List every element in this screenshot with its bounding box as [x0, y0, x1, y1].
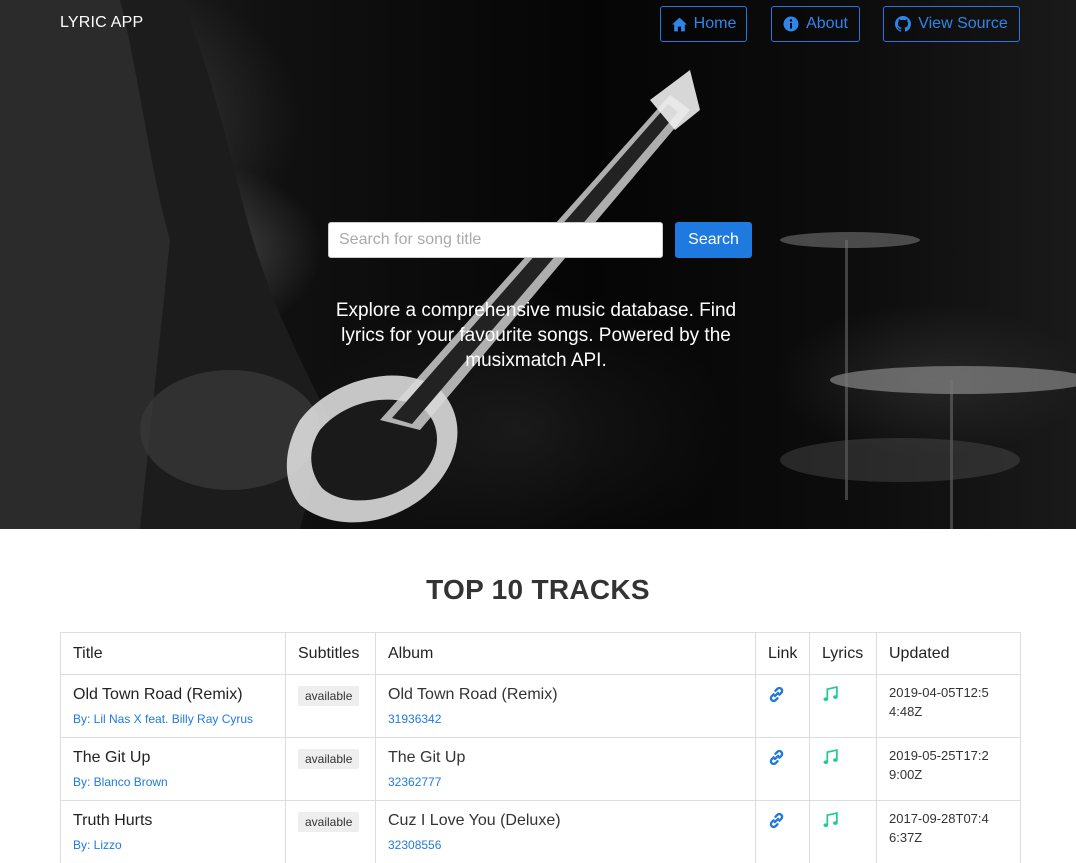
top-tracks-table: Title Subtitles Album Link Lyrics Update…	[60, 632, 1021, 863]
track-artist-link[interactable]: By: Blanco Brown	[73, 775, 273, 789]
search-button[interactable]: Search	[675, 222, 752, 258]
hero-banner: LYRIC APP Home About View Source Search …	[0, 0, 1076, 529]
home-button[interactable]: Home	[660, 6, 747, 42]
track-title: Old Town Road (Remix)	[73, 686, 243, 703]
table-row: Truth Hurts By: Lizzo available Cuz I Lo…	[60, 800, 1021, 863]
guitarist-background-image	[0, 0, 1076, 529]
track-title-cell: Old Town Road (Remix) By: Lil Nas X feat…	[60, 674, 286, 738]
link-icon[interactable]	[768, 749, 785, 766]
album-name: Cuz I Love You (Deluxe)	[388, 812, 561, 829]
hero-tagline: Explore a comprehensive music database. …	[335, 300, 737, 371]
lyrics-cell	[809, 674, 877, 738]
track-artist-link[interactable]: By: Lil Nas X feat. Billy Ray Cyrus	[73, 712, 273, 726]
updated-timestamp: 2019-05-25T17:29:00Z	[889, 748, 989, 782]
link-cell	[755, 800, 810, 863]
updated-cell: 2019-05-25T17:29:00Z	[876, 737, 1021, 801]
updated-cell: 2017-09-28T07:46:37Z	[876, 800, 1021, 863]
column-header-link: Link	[755, 632, 810, 675]
song-search-input[interactable]	[328, 222, 663, 258]
about-button[interactable]: About	[771, 6, 860, 42]
album-name: Old Town Road (Remix)	[388, 686, 558, 703]
view-source-button-label: View Source	[918, 15, 1008, 32]
table-header-row: Title Subtitles Album Link Lyrics Update…	[60, 632, 1021, 675]
album-id-link[interactable]: 32308556	[388, 838, 743, 852]
subtitles-cell: available	[285, 800, 376, 863]
album-id-link[interactable]: 32362777	[388, 775, 743, 789]
lyrics-cell	[809, 737, 877, 801]
column-header-title: Title	[60, 632, 286, 675]
track-title-cell: Truth Hurts By: Lizzo	[60, 800, 286, 863]
track-artist-link[interactable]: By: Lizzo	[73, 838, 273, 852]
album-cell: The Git Up 32362777	[375, 737, 756, 801]
github-icon	[895, 15, 912, 33]
lyrics-cell	[809, 800, 877, 863]
updated-timestamp: 2019-04-05T12:54:48Z	[889, 685, 989, 719]
track-title-cell: The Git Up By: Blanco Brown	[60, 737, 286, 801]
column-header-lyrics: Lyrics	[809, 632, 877, 675]
album-name: The Git Up	[388, 749, 466, 766]
album-cell: Cuz I Love You (Deluxe) 32308556	[375, 800, 756, 863]
subtitles-badge: available	[298, 686, 360, 706]
home-button-label: Home	[693, 15, 737, 32]
music-note-icon[interactable]	[822, 686, 839, 703]
table-row: The Git Up By: Blanco Brown available Th…	[60, 737, 1021, 801]
updated-timestamp: 2017-09-28T07:46:37Z	[889, 811, 989, 845]
top-tracks-heading: TOP 10 TRACKS	[426, 574, 650, 605]
link-icon[interactable]	[768, 812, 785, 829]
brand-logo[interactable]: LYRIC APP	[60, 14, 143, 32]
updated-cell: 2019-04-05T12:54:48Z	[876, 674, 1021, 738]
subtitles-cell: available	[285, 737, 376, 801]
track-title: Truth Hurts	[73, 812, 153, 829]
column-header-subtitles: Subtitles	[285, 632, 376, 675]
link-icon[interactable]	[768, 686, 785, 703]
subtitles-badge: available	[298, 749, 360, 769]
view-source-button[interactable]: View Source	[883, 6, 1020, 42]
track-title: The Git Up	[73, 749, 151, 766]
table-row: Old Town Road (Remix) By: Lil Nas X feat…	[60, 674, 1021, 738]
subtitles-cell: available	[285, 674, 376, 738]
subtitles-badge: available	[298, 812, 360, 832]
link-cell	[755, 674, 810, 738]
music-note-icon[interactable]	[822, 749, 839, 766]
home-icon	[671, 16, 688, 33]
column-header-updated: Updated	[876, 632, 1021, 675]
info-icon	[783, 16, 800, 33]
album-id-link[interactable]: 31936342	[388, 712, 743, 726]
link-cell	[755, 737, 810, 801]
album-cell: Old Town Road (Remix) 31936342	[375, 674, 756, 738]
column-header-album: Album	[375, 632, 756, 675]
music-note-icon[interactable]	[822, 812, 839, 829]
about-button-label: About	[806, 15, 848, 32]
